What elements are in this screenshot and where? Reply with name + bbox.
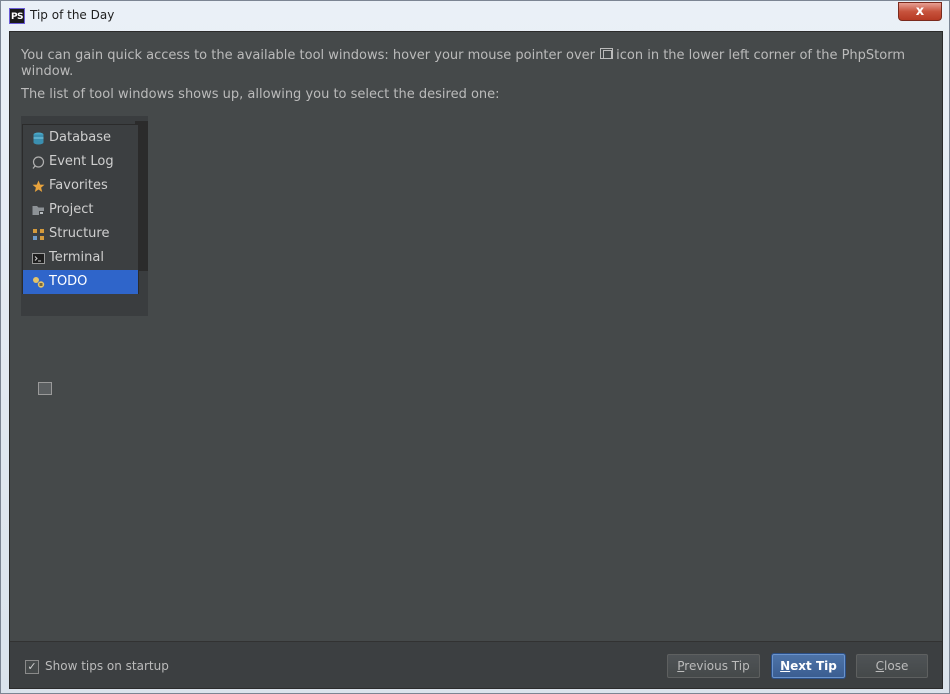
todo-icon [33,277,45,288]
close-button[interactable]: Close [856,654,928,678]
tool-windows-toggle-icon [38,382,52,395]
popup-item-label: Favorites [49,178,108,193]
star-icon [32,180,45,192]
tip-line-2: window. [21,64,74,79]
event-log-icon [32,156,45,169]
popup-item-label: Event Log [49,154,114,169]
tip-text-1b: icon in the lower left corner of the Php… [616,48,906,63]
folder-icon [32,206,44,215]
phpstorm-app-icon: PS [9,8,25,24]
popup-item-todo: TODO [23,270,138,294]
popup-item-terminal: Terminal [23,246,138,270]
tip-text-1a: You can gain quick access to the availab… [21,48,595,63]
tip-of-the-day-window: PS Tip of the Day x You can gain quick a… [0,0,950,694]
window-close-button[interactable]: x [898,2,942,21]
popup-item-structure: Structure [23,222,138,246]
popup-item-label: Database [49,130,112,145]
database-icon [33,132,44,145]
window-title: Tip of the Day [30,8,115,22]
popup-item-database: Database [23,126,138,150]
previous-tip-label: revious Tip [684,659,750,673]
previous-tip-button[interactable]: Previous Tip [667,654,760,678]
show-tips-label[interactable]: Show tips on startup [45,658,169,674]
popup-item-label: TODO [49,274,88,289]
structure-icon [33,229,44,240]
tip-line-3: The list of tool windows shows up, allow… [21,87,500,102]
show-tips-checkbox[interactable]: ✓ [25,660,39,674]
next-tip-label: ext Tip [790,659,837,673]
close-mnemonic: C [875,659,885,673]
dialog-content: You can gain quick access to the availab… [9,31,943,689]
next-tip-mnemonic: N [780,659,791,673]
popup-item-label: Structure [49,226,110,241]
popup-item-label: Project [49,202,94,217]
tip-line-1: You can gain quick access to the availab… [21,48,905,64]
popup-item-label: Terminal [49,250,104,265]
tip-panel: You can gain quick access to the availab… [10,32,942,641]
dialog-footer: ✓ Show tips on startup Previous Tip Next… [10,641,942,688]
popup-item-project: Project [23,198,138,222]
next-tip-button[interactable]: Next Tip [772,654,845,678]
title-bar[interactable]: PS Tip of the Day x [1,1,949,29]
popup-item-favorites: Favorites [23,174,138,198]
terminal-icon [32,253,45,264]
tool-windows-icon [600,48,614,59]
popup-item-event-log: Event Log [23,150,138,174]
tool-windows-popup: Database Event Log Favorites Project Str… [22,124,139,294]
close-label: lose [884,659,909,673]
